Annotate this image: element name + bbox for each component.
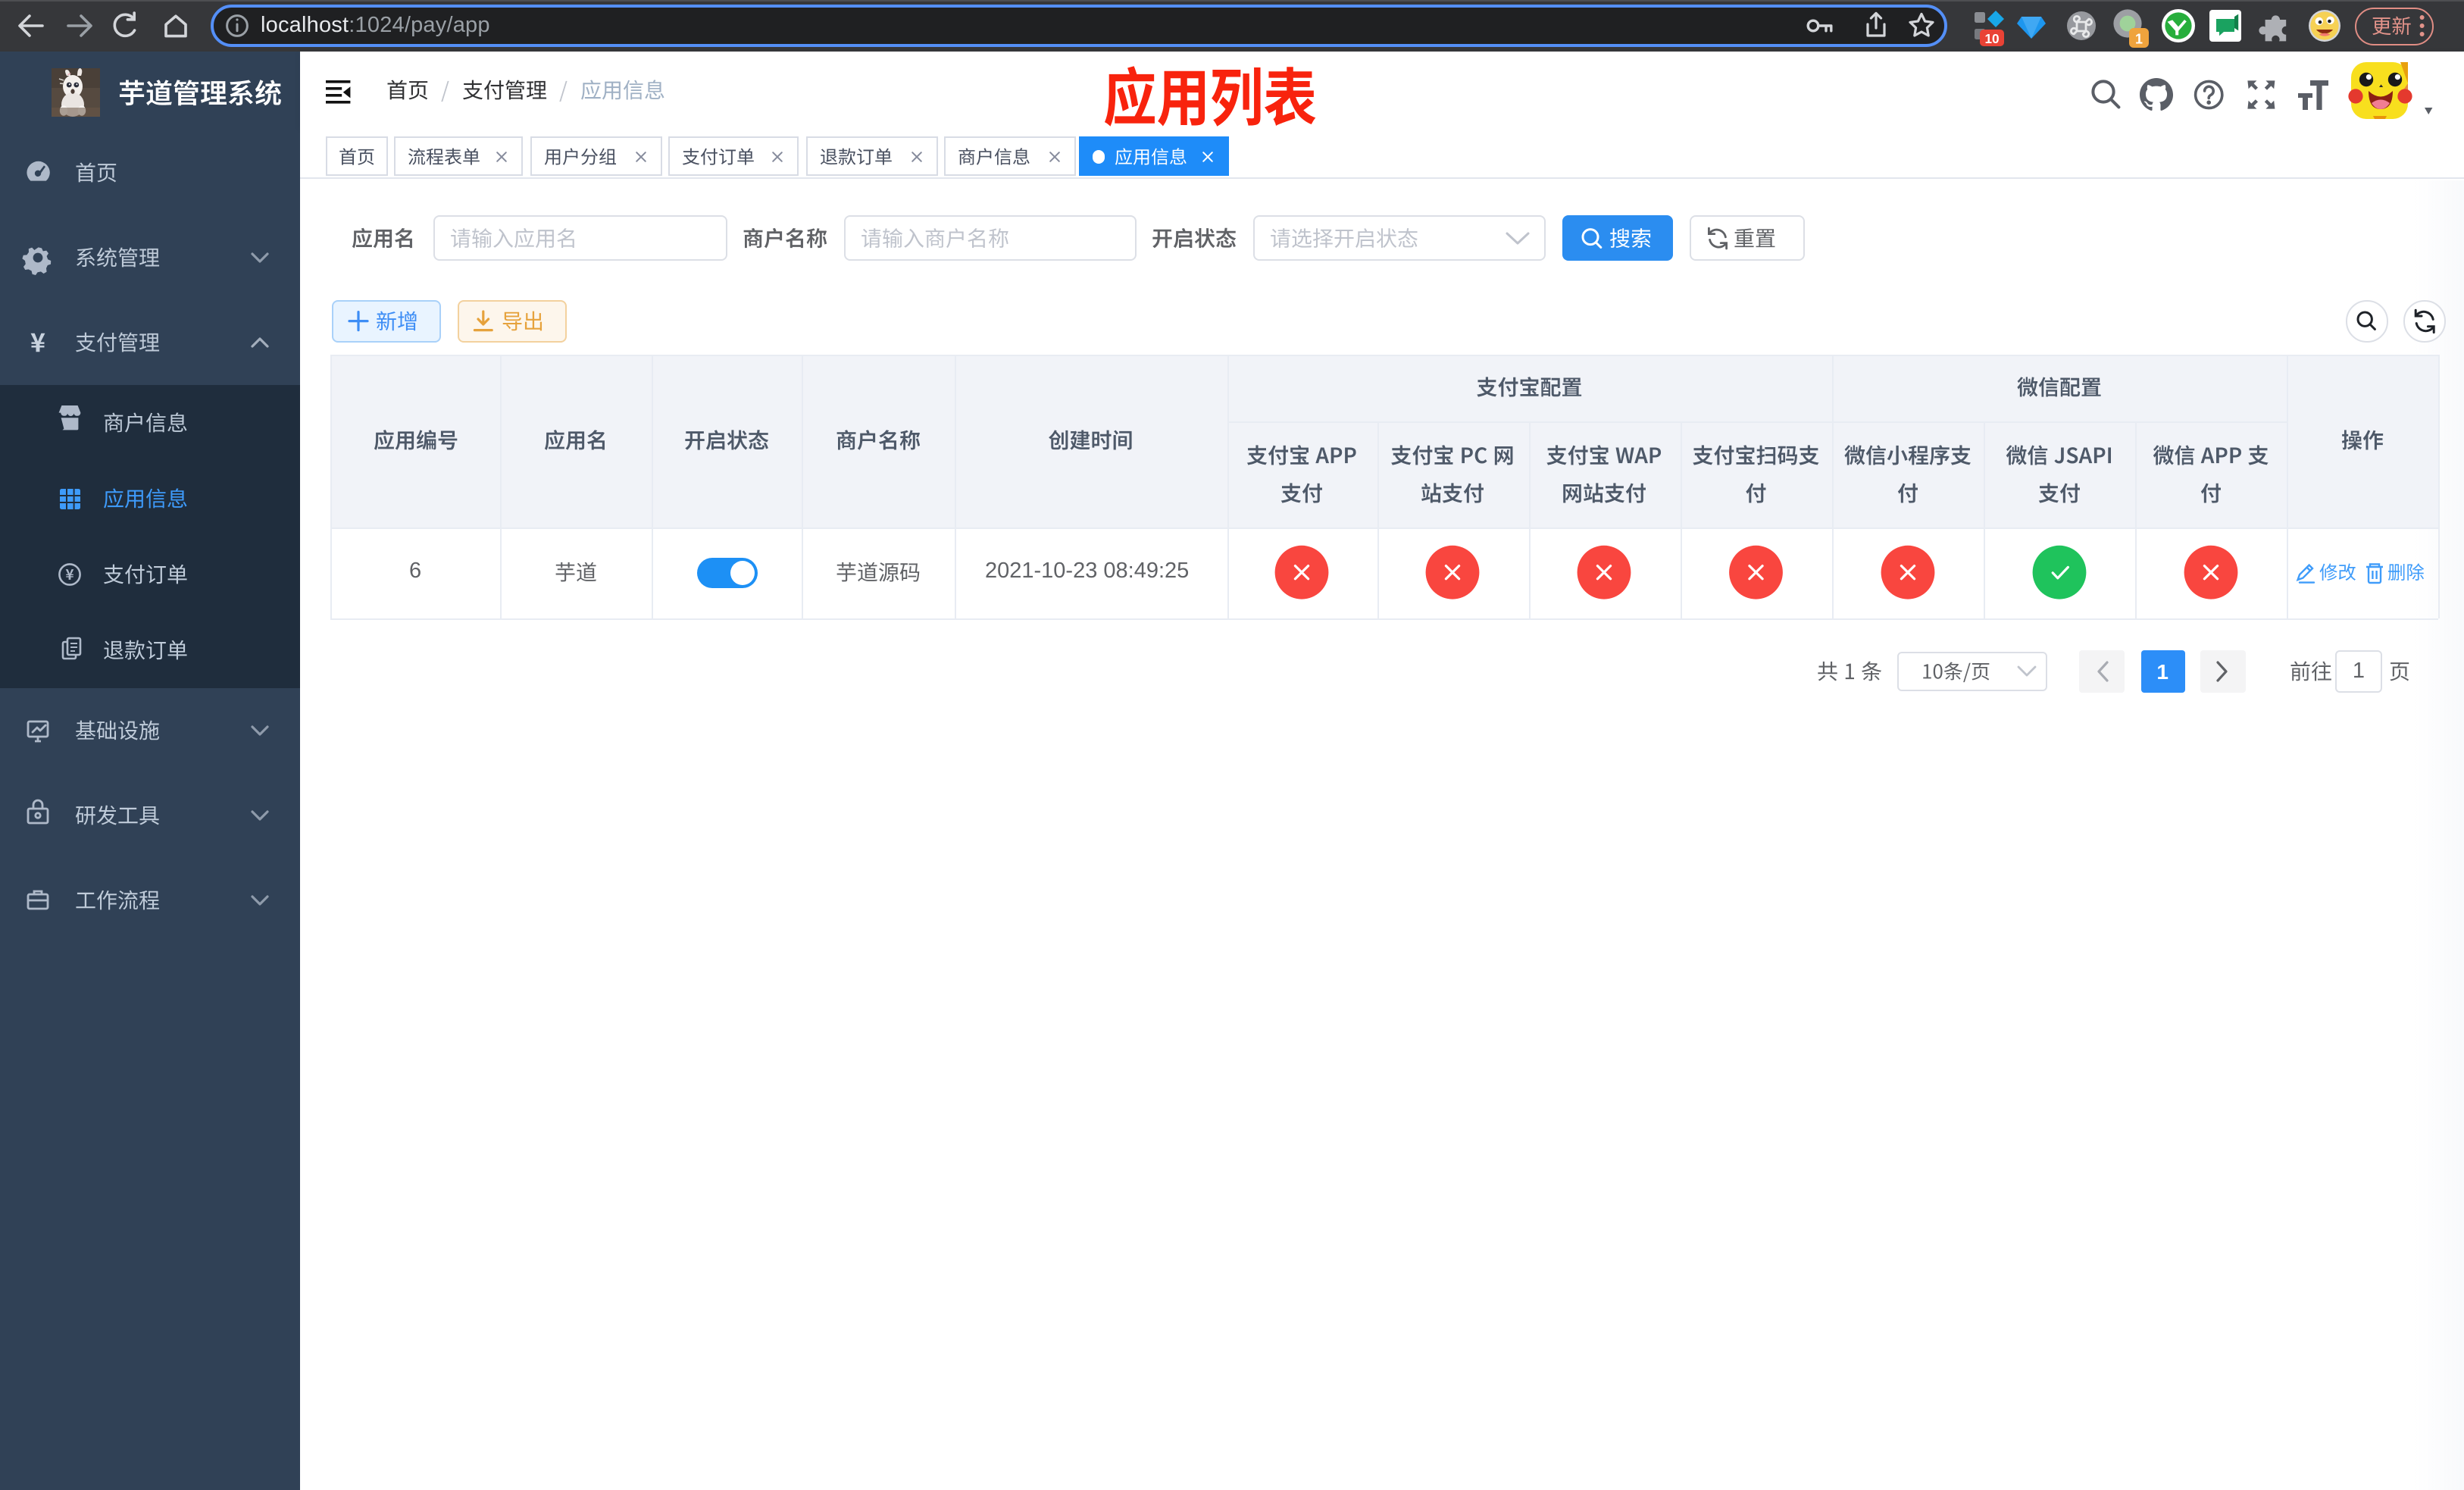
svg-text:10: 10 xyxy=(1984,31,1999,46)
svg-text:1: 1 xyxy=(2135,31,2143,46)
